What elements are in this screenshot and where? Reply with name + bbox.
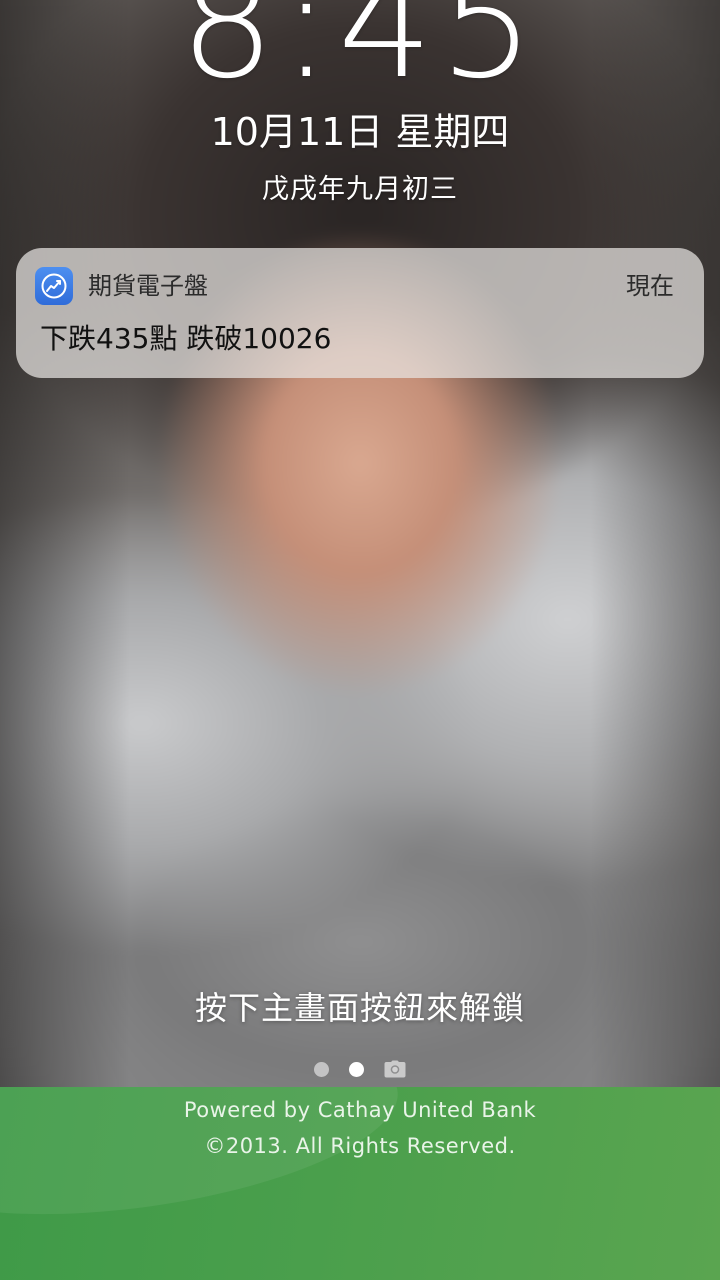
notification-message: 下跌435點 跌破10026 bbox=[40, 322, 332, 355]
footer-copyright: ©2013. All Rights Reserved. bbox=[204, 1134, 516, 1158]
page-dot[interactable] bbox=[314, 1061, 329, 1077]
notification-card[interactable]: 期貨電子盤 現在 下跌435點 跌破10026 bbox=[16, 248, 704, 378]
camera-icon[interactable] bbox=[384, 1060, 406, 1078]
chart-trend-icon bbox=[35, 267, 73, 305]
footer-banner: Powered by Cathay United Bank ©2013. All… bbox=[0, 1087, 720, 1280]
clock-time: 8:45 bbox=[179, 0, 541, 112]
page-dot-active[interactable] bbox=[349, 1061, 364, 1077]
footer-powered-by: Powered by Cathay United Bank bbox=[183, 1098, 537, 1122]
lunar-date: 戊戌年九月初三 bbox=[262, 174, 458, 205]
lock-screen: 8:45 10月11日 星期四 戊戌年九月初三 期貨電子盤 現在 下跌435點 … bbox=[0, 0, 720, 1280]
unlock-hint: 按下主畫面按鈕來解鎖 bbox=[194, 989, 525, 1027]
notification-timestamp: 現在 bbox=[626, 272, 674, 300]
page-indicator[interactable] bbox=[0, 1058, 720, 1080]
lock-date: 10月11日 星期四 bbox=[210, 110, 510, 154]
notification-app-name: 期貨電子盤 bbox=[88, 272, 208, 300]
